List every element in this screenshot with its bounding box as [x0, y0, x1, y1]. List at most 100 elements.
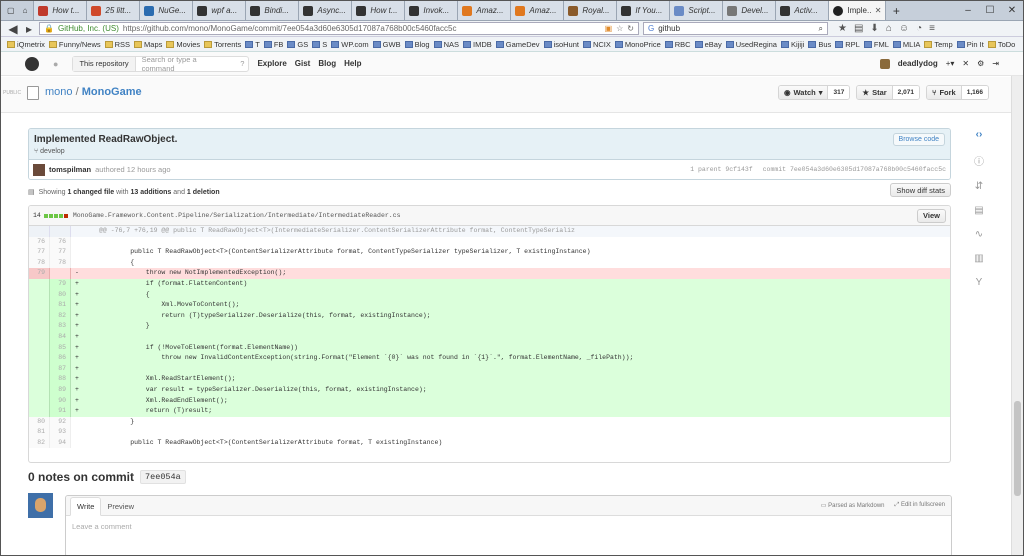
bookmark-item[interactable]: Temp [924, 40, 953, 49]
new-line-number[interactable]: 88 [50, 374, 71, 385]
old-line-number[interactable] [29, 310, 50, 322]
keyboard-help-icon[interactable]: ? [236, 59, 248, 68]
page-scrollbar[interactable] [1011, 76, 1023, 555]
address-bar[interactable]: 🔒 GitHub, Inc. (US) https://github.com/m… [39, 22, 639, 35]
network-icon[interactable]: Y [976, 277, 983, 288]
old-line-number[interactable] [29, 363, 50, 375]
search-engine-icon[interactable]: G [648, 24, 654, 33]
bookmark-item[interactable]: Bus [808, 40, 831, 49]
bookmark-item[interactable]: RPL [835, 40, 860, 49]
bookmark-item[interactable]: Pin It [956, 40, 984, 49]
bookmark-item[interactable]: FML [863, 40, 889, 49]
old-line-number[interactable]: 79 [29, 268, 50, 279]
new-line-number[interactable]: 92 [50, 416, 71, 428]
branch-name[interactable]: develop [40, 148, 65, 155]
browser-tab[interactable]: Script... [670, 1, 724, 20]
settings-tools-icon[interactable]: ✕ [962, 59, 969, 68]
bookmark-item[interactable]: NAS [433, 40, 459, 49]
old-line-number[interactable] [29, 384, 50, 396]
notifications-icon[interactable]: ● [53, 59, 58, 69]
new-line-number[interactable]: 87 [50, 363, 71, 375]
bookmark-item[interactable]: FB [263, 40, 283, 49]
close-window-icon[interactable]: ✕ [1001, 1, 1023, 20]
code-icon[interactable]: ‹› [976, 129, 983, 140]
new-line-number[interactable]: 77 [50, 247, 71, 258]
browser-tab[interactable]: Activ... [776, 1, 830, 20]
author-link[interactable]: tomspilman [49, 165, 91, 174]
bookmark-item[interactable]: RSS [104, 40, 130, 49]
new-line-number[interactable]: 86 [50, 353, 71, 364]
scrollbar-thumb[interactable] [1014, 401, 1021, 496]
old-line-number[interactable] [29, 406, 50, 417]
nav-link-gist[interactable]: Gist [295, 59, 311, 68]
reload-icon[interactable]: ↻ [627, 24, 634, 33]
username-link[interactable]: deadlydog [898, 59, 938, 68]
forward-arrow-icon[interactable]: ▸ [23, 22, 35, 36]
bookmark-item[interactable]: IMDB [463, 40, 492, 49]
graphs-icon[interactable]: ▥ [974, 253, 983, 264]
old-line-number[interactable] [29, 331, 50, 343]
new-line-number[interactable]: 94 [50, 437, 71, 449]
maximize-icon[interactable]: ☐ [979, 1, 1001, 20]
bookmark-item[interactable]: isoHunt [543, 40, 579, 49]
old-line-number[interactable]: 82 [29, 437, 50, 449]
tab-preview[interactable]: Preview [101, 498, 140, 515]
expand-icon[interactable] [29, 226, 50, 237]
bookmark-item[interactable]: MonoPrice [614, 40, 661, 49]
tab-write[interactable]: Write [70, 497, 102, 516]
markdown-hint[interactable]: Parsed as Markdown [828, 503, 884, 509]
sign-out-icon[interactable]: ⇥ [992, 59, 999, 68]
new-line-number[interactable]: 83 [50, 321, 71, 332]
browse-code-button[interactable]: Browse code [892, 133, 945, 146]
bookmark-item[interactable]: GWB [372, 40, 401, 49]
back-arrow-icon[interactable]: ◀ [7, 22, 19, 36]
star-button[interactable]: ★ Star 2,071 [856, 85, 920, 100]
old-line-number[interactable] [29, 353, 50, 364]
home-button-icon[interactable]: ⌂ [886, 23, 892, 34]
tab-active[interactable]: Imple... ✕ [829, 1, 887, 20]
rss-icon[interactable]: ▣ [605, 24, 613, 33]
search-scope-label[interactable]: This repository [73, 56, 136, 71]
bookmark-item[interactable]: MLIA [892, 40, 920, 49]
bookmark-item[interactable]: UsedRegina [725, 40, 777, 49]
site-search-input[interactable]: Search or type a command [136, 55, 237, 73]
minimize-icon[interactable]: – [957, 1, 979, 20]
issues-icon[interactable]: ⓘ [974, 153, 984, 168]
browser-tab[interactable]: Bindi... [246, 1, 300, 20]
new-line-number[interactable]: 90 [50, 395, 71, 407]
bookmark-item[interactable]: RBC [664, 40, 691, 49]
search-query-text[interactable]: github [658, 24, 814, 33]
create-new-icon[interactable]: +▾ [946, 59, 955, 68]
new-line-number[interactable]: 78 [50, 257, 71, 269]
new-line-number[interactable]: 79 [50, 278, 71, 290]
browser-tab[interactable]: Async... [299, 1, 353, 20]
pull-requests-icon[interactable]: ⇵ [975, 181, 983, 192]
repo-name-link[interactable]: MonoGame [82, 86, 142, 98]
browser-tab[interactable]: Amaz... [458, 1, 512, 20]
comment-textarea[interactable]: Leave a comment [72, 522, 945, 531]
pulse-icon[interactable]: ∿ [975, 229, 983, 240]
fullscreen-hint[interactable]: Edit in fullscreen [901, 502, 945, 508]
window-menu-icon[interactable]: ▢ [7, 6, 15, 15]
home-icon[interactable]: ⌂ [23, 6, 28, 15]
bookmark-item[interactable]: iQmetrix [7, 40, 45, 49]
bookmark-item[interactable]: Kijiji [780, 40, 804, 49]
download-icon[interactable]: ⬇ [870, 23, 878, 34]
browser-tab[interactable]: Invok... [405, 1, 459, 20]
parent-sha-link[interactable]: 9cf143f [725, 166, 752, 173]
browser-tab[interactable]: How t... [352, 1, 406, 20]
search-icon[interactable]: ⌕ [819, 24, 823, 34]
old-line-number[interactable] [29, 300, 50, 311]
bookmark-item[interactable]: Movies [166, 40, 200, 49]
view-file-button[interactable]: View [917, 208, 946, 223]
old-line-number[interactable]: 77 [29, 247, 50, 258]
bookmark-item[interactable]: Funny/News [48, 40, 101, 49]
watch-button[interactable]: ◉ Watch ▾ 317 [777, 85, 851, 100]
nav-link-help[interactable]: Help [344, 59, 361, 68]
browser-tab[interactable]: Devel... [723, 1, 777, 20]
new-line-number[interactable]: 91 [50, 406, 71, 417]
new-line-number[interactable]: 93 [50, 427, 71, 438]
author-avatar[interactable] [33, 163, 45, 176]
browser-tab[interactable]: How t... [34, 1, 88, 20]
fork-button[interactable]: ⑂ Fork 1,166 [925, 85, 989, 100]
